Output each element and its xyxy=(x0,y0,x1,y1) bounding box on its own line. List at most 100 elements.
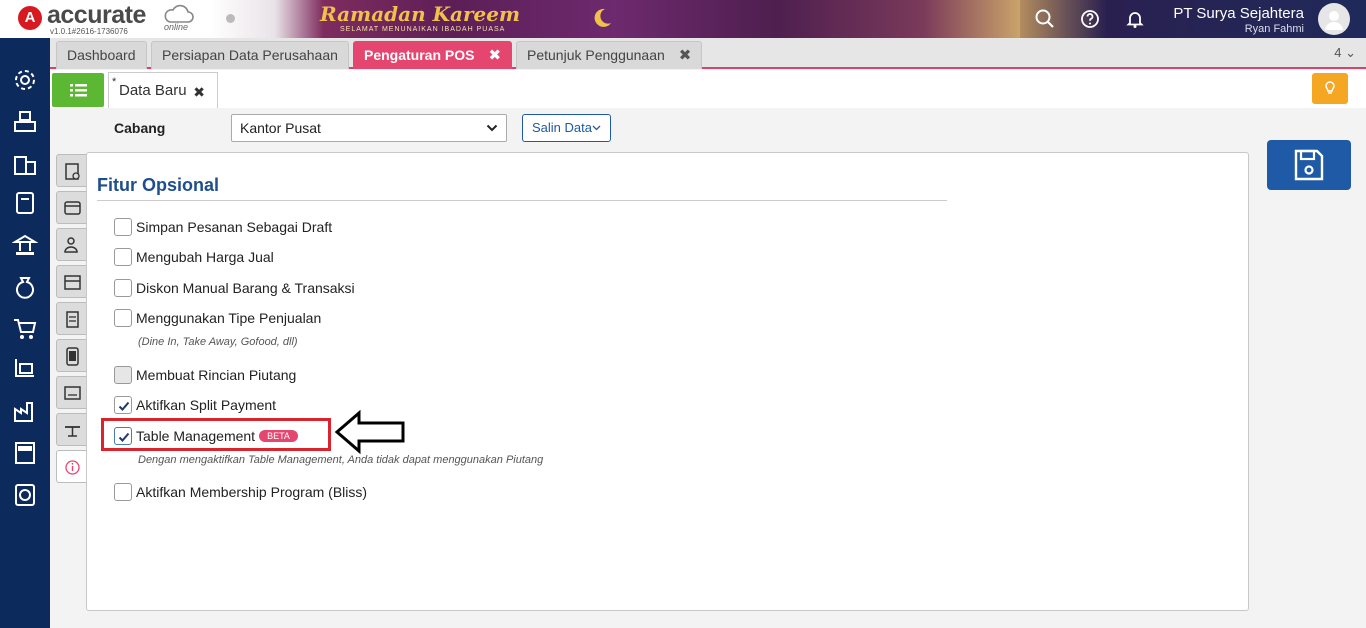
vtab-register[interactable] xyxy=(56,265,87,298)
main-tab-bar: Dashboard Persiapan Data Perusahaan Peng… xyxy=(50,38,1366,69)
tax-icon[interactable] xyxy=(12,440,38,466)
checkbox[interactable] xyxy=(114,279,132,297)
avatar[interactable] xyxy=(1318,3,1350,35)
tab-label: Pengaturan POS xyxy=(364,47,475,63)
tab-dashboard[interactable]: Dashboard xyxy=(56,41,147,69)
vtab-table[interactable] xyxy=(56,413,87,446)
factory-icon[interactable] xyxy=(12,398,38,424)
app-version: v1.0.1#2616-1736076 xyxy=(50,27,128,36)
ledger-icon[interactable] xyxy=(12,190,38,216)
checkbox[interactable] xyxy=(114,396,132,414)
tablet-icon xyxy=(66,347,79,366)
vtab-receipt[interactable] xyxy=(56,302,87,335)
note-tipe-penjualan: (Dine In, Take Away, Gofood, dll) xyxy=(138,336,298,348)
info-icon xyxy=(65,460,80,475)
crescent-moon-icon xyxy=(594,8,611,27)
checkbox[interactable] xyxy=(114,366,132,384)
header-actions: PT Surya Sejahtera Ryan Fahmi xyxy=(1020,0,1366,38)
bell-icon[interactable] xyxy=(1124,8,1146,30)
help-icon[interactable] xyxy=(1079,8,1101,30)
list-icon xyxy=(70,84,87,97)
content-area: Cabang Kantor Pusat Salin Data Fitur Ops… xyxy=(50,108,1366,628)
user-name[interactable]: Ryan Fahmi xyxy=(1245,23,1304,35)
panel-title: Fitur Opsional xyxy=(97,175,220,195)
money-bag-icon[interactable] xyxy=(12,274,38,300)
vtab-payment[interactable] xyxy=(56,191,87,224)
tab-label: Data Baru xyxy=(119,82,187,99)
gear-icon[interactable] xyxy=(12,67,38,93)
vtab-device[interactable] xyxy=(56,339,87,372)
users-icon xyxy=(64,237,78,253)
table-icon xyxy=(65,426,80,437)
option-label: Membuat Rincian Piutang xyxy=(136,367,297,383)
list-menu-button[interactable] xyxy=(52,73,104,107)
logo-online: online xyxy=(164,22,189,32)
sidebar xyxy=(0,38,50,628)
logo-text: accurate xyxy=(47,1,146,29)
bank-icon[interactable] xyxy=(12,232,38,258)
note-table-management: Dengan mengaktifkan Table Management, An… xyxy=(138,454,544,466)
company-name[interactable]: PT Surya Sejahtera xyxy=(1173,5,1304,22)
checkbox[interactable] xyxy=(114,248,132,266)
option-label: Simpan Pesanan Sebagai Draft xyxy=(136,219,333,235)
document-icon xyxy=(65,163,80,180)
checkbox[interactable] xyxy=(114,309,132,327)
option-label: Diskon Manual Barang & Transaksi xyxy=(136,280,355,296)
receipt-icon xyxy=(66,311,79,328)
cloud-icon xyxy=(164,4,194,23)
cabang-value: Kantor Pusat xyxy=(240,120,321,136)
tab-data-baru[interactable]: * Data Baru ✖ xyxy=(108,72,218,108)
checkmark-icon xyxy=(118,401,130,411)
vtab-display[interactable] xyxy=(56,376,87,409)
report-icon[interactable] xyxy=(12,482,38,508)
vtab-general[interactable] xyxy=(56,154,87,187)
logo-badge: A xyxy=(18,6,42,30)
vtab-optional-features[interactable] xyxy=(56,450,88,483)
sub-toolbar: * Data Baru ✖ xyxy=(50,70,1366,108)
cart-icon[interactable] xyxy=(12,316,38,342)
salin-data-button[interactable]: Salin Data xyxy=(522,114,611,142)
tab-pengaturan-pos[interactable]: Pengaturan POS ✖ xyxy=(353,41,513,69)
tab-label: Persiapan Data Perusahaan xyxy=(162,47,338,63)
optional-features-panel: Fitur Opsional Simpan Pesanan Sebagai Dr… xyxy=(86,152,1249,611)
tab-persiapan-data[interactable]: Persiapan Data Perusahaan xyxy=(151,41,349,69)
tab-petunjuk[interactable]: Petunjuk Penggunaan ✖ xyxy=(516,41,703,69)
close-icon[interactable]: ✖ xyxy=(488,47,501,64)
highlight-box xyxy=(101,418,331,451)
chevron-down-icon xyxy=(486,124,498,132)
option-label: Mengubah Harga Jual xyxy=(136,249,274,265)
tips-button[interactable] xyxy=(1312,73,1348,104)
banner-subtitle: SELAMAT MENUNAIKAN IBADAH PUASA xyxy=(340,26,506,33)
checkbox[interactable] xyxy=(114,483,132,501)
vtab-users[interactable] xyxy=(56,228,87,261)
save-button[interactable] xyxy=(1267,140,1351,190)
monitor-icon xyxy=(64,386,81,400)
pointer-arrow-icon xyxy=(334,410,405,454)
tab-label: Dashboard xyxy=(67,47,136,63)
unsaved-marker: * xyxy=(112,76,117,88)
building-icon[interactable] xyxy=(12,151,38,177)
close-icon[interactable]: ✖ xyxy=(193,84,205,101)
divider xyxy=(97,200,947,201)
banner-dot xyxy=(226,14,235,23)
wallet-icon xyxy=(64,201,81,215)
option-label: Menggunakan Tipe Penjualan xyxy=(136,310,322,326)
register-icon xyxy=(64,275,81,290)
banner-title: Ramadan Kareem xyxy=(320,2,521,26)
floppy-disk-icon xyxy=(1294,149,1324,181)
cabang-label: Cabang xyxy=(114,120,166,136)
cashier-icon[interactable] xyxy=(12,108,38,134)
ramadan-banner: Ramadan Kareem SELAMAT MENUNAIKAN IBADAH… xyxy=(210,0,1020,38)
chevron-down-icon xyxy=(592,125,601,131)
search-icon[interactable] xyxy=(1034,8,1056,30)
tab-label: Petunjuk Penggunaan xyxy=(527,47,665,63)
salin-label: Salin Data xyxy=(532,120,592,135)
app-logo[interactable]: A accurate online v1.0.1#2616-1736076 xyxy=(0,0,210,38)
cabang-select[interactable]: Kantor Pusat xyxy=(231,114,507,142)
tab-count-dropdown[interactable]: 4 ⌄ xyxy=(1334,45,1356,61)
close-icon[interactable]: ✖ xyxy=(679,47,692,64)
top-header: A accurate online v1.0.1#2616-1736076 Ra… xyxy=(0,0,1366,38)
checkbox[interactable] xyxy=(114,218,132,236)
option-label: Aktifkan Split Payment xyxy=(136,397,277,413)
trolley-icon[interactable] xyxy=(12,356,38,382)
